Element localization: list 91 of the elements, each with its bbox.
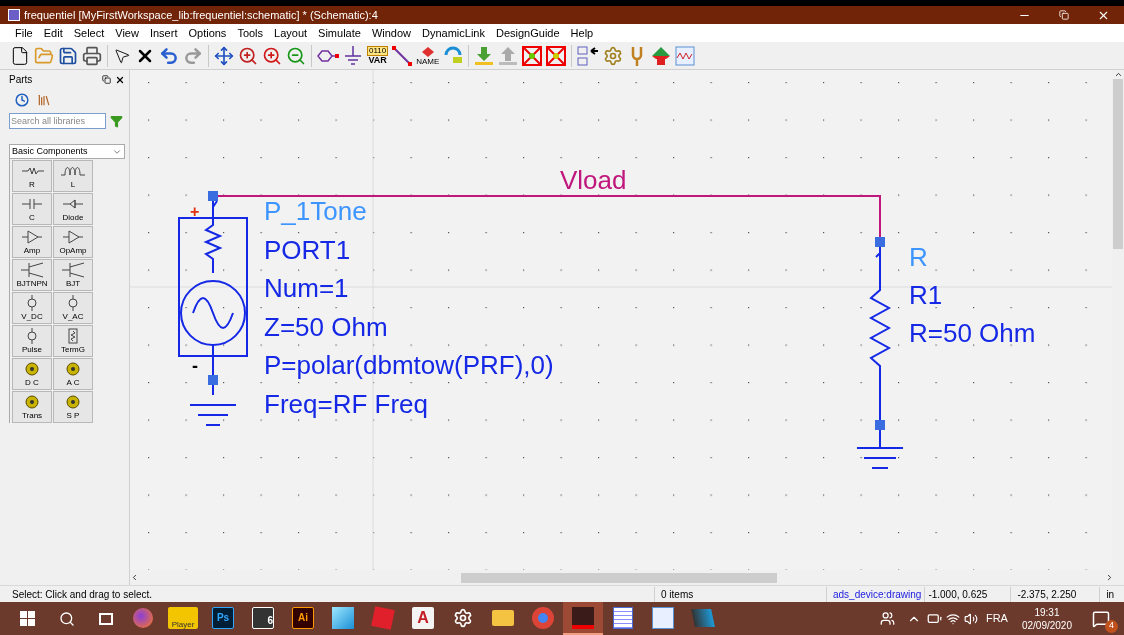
float-icon[interactable]: [102, 74, 111, 84]
resistor-parameter: R1: [909, 280, 943, 310]
close-icon[interactable]: [115, 74, 125, 85]
waveform-icon[interactable]: [673, 43, 698, 68]
port-parameter: P_1Tone: [264, 196, 367, 226]
part-palette-item[interactable]: BJT: [53, 259, 93, 291]
port-parameter: PORT1: [264, 234, 351, 265]
part-palette-item[interactable]: Pulse: [12, 325, 52, 357]
part-palette-item[interactable]: BJTNPN: [12, 259, 52, 291]
deactivate-short-icon[interactable]: [544, 43, 569, 68]
menu-item[interactable]: DynamicLink: [422, 24, 485, 42]
volume-icon[interactable]: [963, 611, 978, 626]
notification-icon[interactable]: [1092, 609, 1110, 628]
library-dropdown[interactable]: Basic Components: [9, 144, 125, 159]
amp-symbol-icon: [20, 229, 44, 245]
port-parameter: Freq=RF Freq: [264, 388, 428, 419]
people-icon[interactable]: [879, 611, 895, 626]
task-view-icon[interactable]: [99, 612, 113, 625]
notification-count: 4: [1105, 619, 1118, 633]
units-label: in: [1099, 586, 1115, 602]
ai-taskbar-app[interactable]: Ai: [283, 602, 323, 635]
ps-taskbar-app[interactable]: Ps: [203, 602, 243, 635]
gear-icon: [453, 607, 473, 628]
port-parameter: P=polar(dbmtow(PRF),0): [264, 350, 554, 380]
wifi-icon[interactable]: [945, 611, 960, 626]
menu-item[interactable]: View: [115, 24, 139, 42]
menu-item[interactable]: Edit: [43, 24, 63, 42]
snap-coordinates: -2.375, 2.250: [1010, 586, 1100, 602]
status-hint: Select: Click and drag to select.: [11, 587, 154, 602]
item-count: 0 items: [654, 586, 826, 602]
clock-icon[interactable]: [15, 93, 29, 107]
ads-taskbar-app[interactable]: [563, 602, 603, 635]
part-palette-item[interactable]: Diode: [53, 193, 93, 225]
menu-item[interactable]: DesignGuide: [496, 24, 560, 42]
layer-name: ads_device:drawing: [826, 586, 925, 602]
search-field[interactable]: Search all libraries: [9, 113, 106, 129]
deactivate-icon[interactable]: [520, 43, 545, 68]
clock[interactable]: 19:31 02/09/2020: [1021, 605, 1072, 632]
plant-taskbar-app[interactable]: 6: [243, 602, 283, 635]
capacitor-symbol-icon: [20, 196, 44, 212]
wire-icon[interactable]: [390, 43, 415, 68]
menu-item[interactable]: Tools: [237, 24, 264, 42]
part-palette-item[interactable]: V_DC: [12, 292, 52, 324]
bjt-symbol-icon: [61, 262, 85, 278]
cursor-coordinates: -1.000, 0.625: [924, 586, 1011, 602]
part-palette-item[interactable]: TermG: [53, 325, 93, 357]
library-icon[interactable]: [37, 93, 51, 107]
menu-item[interactable]: Window: [371, 24, 411, 42]
minus-sign: -: [192, 356, 198, 376]
bjt-symbol-icon: [20, 262, 44, 278]
window-title: frequentiel [MyFirstWorkspace_lib:frequentiel:schematic] * (Schematic):4: [24, 7, 378, 23]
part-palette-item[interactable]: L: [53, 160, 93, 192]
app-icon: [8, 9, 20, 21]
autocad-taskbar-app[interactable]: A: [403, 602, 443, 635]
scroll-up-icon[interactable]: [1113, 70, 1123, 79]
part-palette-item[interactable]: C: [12, 193, 52, 225]
port-parameter: Z=50 Ohm: [264, 311, 388, 342]
menu-item[interactable]: Insert: [149, 24, 178, 42]
menu-item[interactable]: Select: [73, 24, 105, 42]
part-palette-item[interactable]: S P: [53, 391, 93, 423]
restore-icon[interactable]: [1059, 10, 1069, 20]
diode-symbol-icon: [61, 196, 85, 212]
scroll-right-icon[interactable]: [1105, 573, 1114, 582]
menu-item[interactable]: Layout: [274, 24, 308, 42]
net-label: Vload: [560, 165, 627, 195]
schematic-canvas[interactable]: Vload + - P_1Tone PORT1 Num=1 Z=50 Ohm P=polar(dbmtow(PRF),0) Freq=RF Freq R R1 R=50 Ohm: [130, 70, 1112, 570]
panel-title: Parts: [9, 73, 33, 87]
battery-icon[interactable]: [926, 611, 942, 626]
part-palette-item[interactable]: D C: [12, 358, 52, 390]
name-button[interactable]: NAME: [414, 45, 442, 66]
var-button[interactable]: 0110 VAR: [365, 46, 391, 65]
language-indicator[interactable]: FRA: [985, 610, 1008, 627]
search-icon[interactable]: [59, 610, 75, 627]
part-palette-item[interactable]: Amp: [12, 226, 52, 258]
part-palette-item[interactable]: V_AC: [53, 292, 93, 324]
filter-icon[interactable]: [110, 114, 123, 128]
resistor-parameter: R=50 Ohm: [909, 318, 1036, 348]
part-palette-item[interactable]: OpAmp: [53, 226, 93, 258]
menu-item[interactable]: Options: [188, 24, 227, 42]
amp-symbol-icon: [61, 229, 85, 245]
plus-sign: +: [190, 203, 200, 220]
part-palette-item[interactable]: R: [12, 160, 52, 192]
menu-item[interactable]: File: [15, 24, 33, 42]
part-palette-item[interactable]: Trans: [12, 391, 52, 423]
menu-item[interactable]: Help: [570, 24, 594, 42]
menu-item[interactable]: Simulate: [318, 24, 361, 42]
port-parameter: Num=1: [264, 273, 349, 303]
resistor-parameter: R: [909, 242, 928, 272]
part-palette-item[interactable]: A C: [53, 358, 93, 390]
scroll-left-icon[interactable]: [130, 573, 139, 582]
windows-start-icon[interactable]: [20, 611, 35, 626]
